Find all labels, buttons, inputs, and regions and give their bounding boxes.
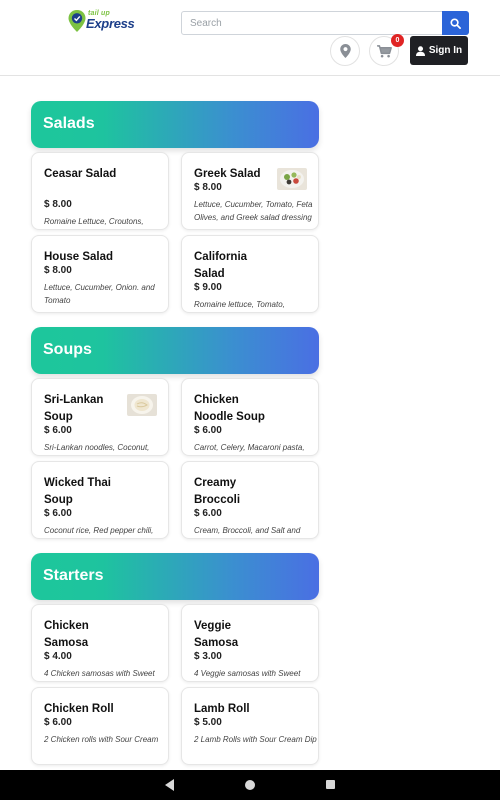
item-price: $ 8.00 — [44, 265, 72, 276]
item-name: House Salad — [44, 251, 114, 263]
item-price: $ 6.00 — [44, 717, 72, 728]
section-header-starters: Starters — [31, 553, 319, 600]
map-marker-icon — [339, 44, 351, 58]
sign-in-label: Sign In — [428, 45, 463, 56]
cart-count-badge: 0 — [391, 34, 404, 47]
menu-item-card[interactable]: Chicken Roll $ 6.00 2 Chicken rolls with… — [31, 687, 169, 765]
item-price: $ 3.00 — [194, 651, 222, 662]
section-title: Starters — [43, 567, 104, 584]
item-description: Lettuce, Cucumber, Onion. and Tomato — [44, 283, 155, 305]
item-name: Wicked Thai Soup — [44, 477, 111, 506]
recent-apps-square-icon[interactable] — [326, 780, 335, 789]
shopping-cart-icon — [376, 44, 392, 57]
item-price: $ 4.00 — [44, 651, 72, 662]
menu-item-card[interactable]: Chicken Samosa $ 4.00 4 Chicken samosas … — [31, 604, 169, 682]
home-circle-icon[interactable] — [245, 780, 255, 790]
location-button[interactable] — [330, 36, 360, 66]
item-description: Coconut rice, Red pepper chili, Chicken,… — [44, 526, 154, 535]
back-triangle-icon[interactable] — [165, 779, 174, 791]
menu-item-card[interactable]: Chicken Noodle Soup $ 6.00 Carrot, Celer… — [181, 378, 319, 456]
system-navigation-bar — [0, 770, 500, 800]
item-description: 4 Veggie samosas with Sweet Thai Chili s… — [194, 669, 301, 678]
item-description: Sri-Lankan noodles, Coconut, Chicken, an… — [44, 443, 150, 452]
item-name: Chicken Samosa — [44, 620, 89, 649]
menu-item-card[interactable]: House Salad $ 8.00 Lettuce, Cucumber, On… — [31, 235, 169, 313]
section-header-soups: Soups — [31, 327, 319, 374]
logo-pin-icon — [68, 10, 86, 32]
menu-item-card[interactable]: Creamy Broccoli $ 6.00 Cream, Broccoli, … — [181, 461, 319, 539]
salad-photo-image — [277, 168, 307, 190]
item-price: $ 8.00 — [44, 199, 72, 210]
item-description: 2 Lamb Rolls with Sour Cream Dip — [194, 735, 317, 744]
menu-item-card[interactable]: Veggie Samosa $ 3.00 4 Veggie samosas wi… — [181, 604, 319, 682]
user-icon — [415, 45, 425, 56]
item-description: Romaine Lettuce, Croutons, Parmesan chee… — [44, 217, 144, 226]
item-name: Greek Salad — [194, 168, 261, 180]
section-title: Soups — [43, 341, 92, 358]
item-description: 4 Chicken samosas with Sweet Thai Chili … — [44, 669, 155, 678]
item-name: Sri-Lankan Soup — [44, 394, 104, 423]
search-button[interactable] — [442, 11, 469, 35]
soup-photo-image — [127, 394, 157, 416]
item-price: $ 6.00 — [194, 508, 222, 519]
item-price: $ 5.00 — [194, 717, 222, 728]
cart-button[interactable]: 0 — [369, 34, 404, 66]
item-name: Creamy Broccoli — [194, 477, 241, 506]
item-description: Lettuce, Cucumber, Tomato, Feta Olives, … — [194, 200, 313, 222]
item-name: California Salad — [194, 251, 248, 280]
item-price: $ 6.00 — [44, 425, 72, 436]
item-description: 2 Chicken rolls with Sour Cream — [44, 735, 159, 744]
menu-item-card[interactable]: Wicked Thai Soup $ 6.00 Coconut rice, Re… — [31, 461, 169, 539]
search-input[interactable] — [182, 12, 444, 34]
item-description: Carrot, Celery, Macaroni pasta, Chicken,… — [194, 443, 305, 452]
menu-item-card[interactable]: Greek Salad $ 8.00 Lettuce, Cucumber, To… — [181, 152, 319, 230]
search-icon — [450, 17, 461, 29]
top-header: tail up Express 0 Sign In — [0, 0, 500, 76]
item-description: Cream, Broccoli, and Salt and Pepper — [194, 526, 301, 535]
item-name: Lamb Roll — [194, 703, 250, 715]
item-price: $ 6.00 — [44, 508, 72, 519]
section-header-salads: Salads — [31, 101, 319, 148]
item-price: $ 6.00 — [194, 425, 222, 436]
item-name: Chicken Noodle Soup — [194, 394, 265, 423]
item-price: $ 9.00 — [194, 282, 222, 293]
menu-item-card[interactable]: California Salad $ 9.00 Romaine lettuce,… — [181, 235, 319, 313]
item-name: Ceasar Salad — [44, 168, 117, 180]
menu-item-card[interactable]: Sri-Lankan Soup $ 6.00 Sri-Lankan noodle… — [31, 378, 169, 456]
item-price: $ 8.00 — [194, 182, 222, 193]
search-bar — [181, 11, 469, 35]
logo-wordmark: Express — [86, 16, 135, 31]
sign-in-button[interactable]: Sign In — [410, 36, 468, 65]
item-name: Chicken Roll — [44, 703, 114, 715]
item-description: Romaine lettuce, Tomato, Cucumber, Cranb… — [194, 300, 285, 309]
brand-logo[interactable]: tail up Express — [68, 10, 135, 36]
section-title: Salads — [43, 115, 95, 132]
menu-item-card[interactable]: Lamb Roll $ 5.00 2 Lamb Rolls with Sour … — [181, 687, 319, 765]
menu-item-card[interactable]: Ceasar Salad $ 8.00 Romaine Lettuce, Cro… — [31, 152, 169, 230]
item-name: Veggie Samosa — [194, 620, 239, 649]
